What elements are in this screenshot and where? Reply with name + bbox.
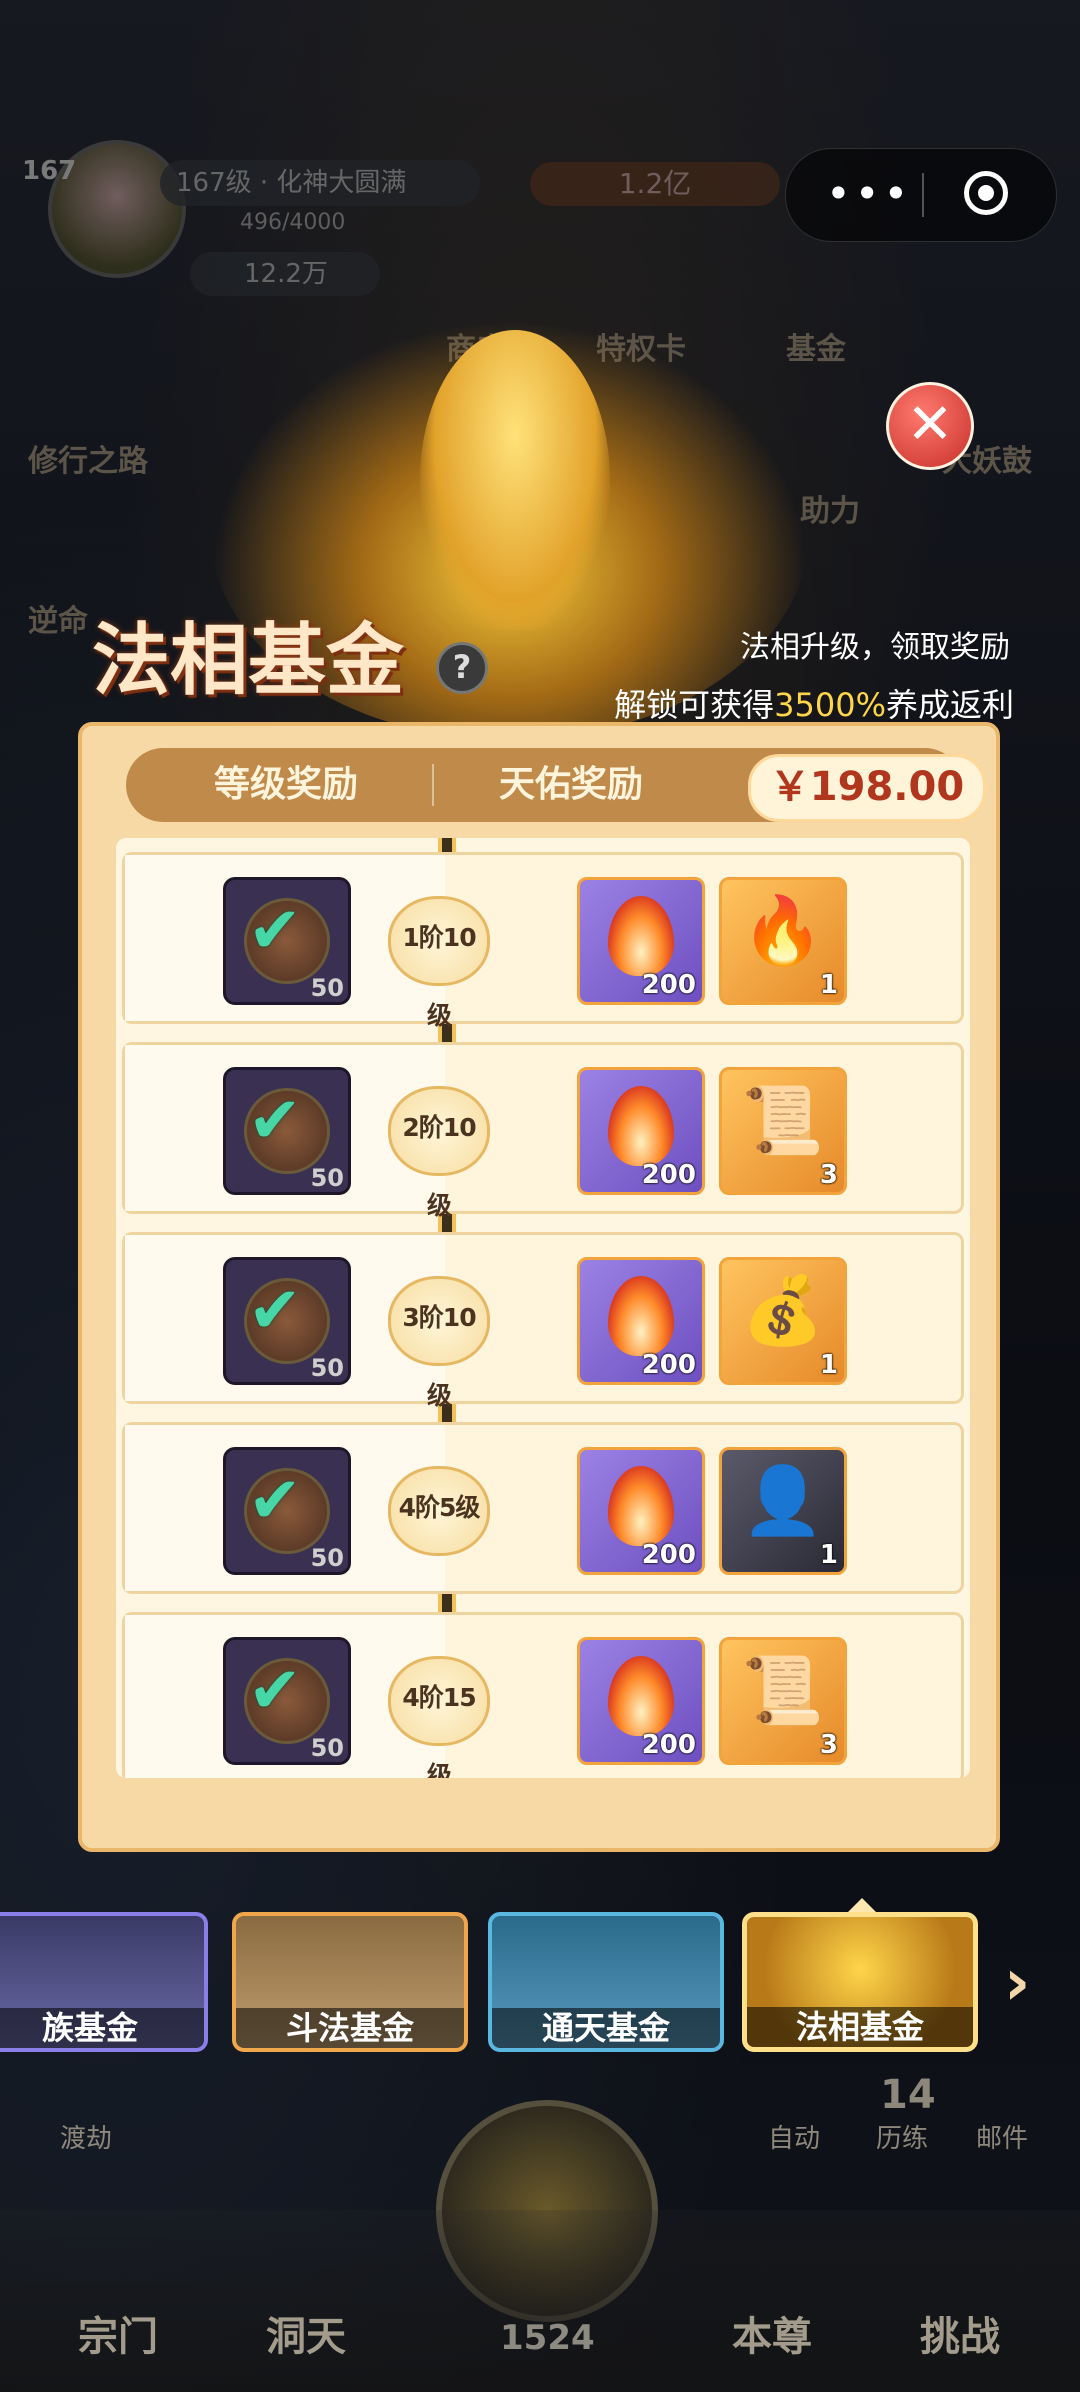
hero-portrait-icon: 👤	[741, 1462, 825, 1539]
fund-card-label: 族基金	[0, 2008, 204, 2048]
popup-title: 法相基金	[92, 615, 405, 706]
more-icon[interactable]: •••	[826, 169, 912, 218]
item1-qty: 200	[641, 1730, 696, 1760]
fund-card-clan[interactable]: 族基金	[0, 1912, 208, 2052]
reward-item-card[interactable]: 🔥 1	[719, 877, 847, 1005]
nav-self[interactable]: 本尊	[732, 2304, 812, 2362]
mini-program-capsule: •••	[785, 148, 1057, 242]
auto-label[interactable]: 自动	[768, 2118, 820, 2155]
item2-qty: 1	[819, 970, 838, 1000]
tab-blessing-rewards[interactable]: 天佑奖励	[456, 748, 686, 822]
reward-item-hero[interactable]: 👤 1	[719, 1447, 847, 1575]
nav-sect[interactable]: 宗门	[78, 2304, 158, 2362]
check-icon: ✔	[248, 1654, 302, 1728]
purchase-button[interactable]: ￥198.00	[748, 754, 986, 822]
mail-label[interactable]: 邮件	[976, 2118, 1028, 2155]
free-reward-claimed[interactable]: ✔ 50	[223, 1637, 351, 1765]
reward-item-fire[interactable]: 200	[577, 1447, 705, 1575]
free-reward-claimed[interactable]: ✔ 50	[223, 1257, 351, 1385]
scroll-icon: 📜	[741, 1082, 825, 1159]
item2-qty: 3	[819, 1160, 838, 1190]
popup-subtitle-2: 解锁可获得3500%养成返利	[614, 680, 1014, 726]
fund-card-faxiang[interactable]: 法相基金	[742, 1912, 978, 2052]
item2-qty: 1	[819, 1540, 838, 1570]
free-qty: 50	[310, 1734, 344, 1762]
fa-xiang-card-icon: 🔥	[741, 892, 825, 969]
item1-qty: 200	[641, 1540, 696, 1570]
fund-card-doufa[interactable]: 斗法基金	[232, 1912, 468, 2052]
treasure-bag-icon: 💰	[741, 1272, 825, 1349]
dujie-label[interactable]: 渡劫	[60, 2118, 112, 2155]
train-count: 14	[880, 2072, 936, 2118]
fire-icon	[608, 1276, 674, 1356]
subtitle-highlight: 3500%	[774, 686, 886, 724]
check-icon: ✔	[248, 894, 302, 968]
stage-node: 4阶5级	[388, 1466, 490, 1556]
capsule-divider	[922, 173, 924, 217]
fire-icon	[608, 1656, 674, 1736]
carousel-right-arrow-icon[interactable]: ›	[1004, 1946, 1030, 2020]
reward-item-fire[interactable]: 200	[577, 1067, 705, 1195]
check-icon: ✔	[248, 1464, 302, 1538]
reward-item-fire[interactable]: 200	[577, 1637, 705, 1765]
fund-card-label: 斗法基金	[236, 2008, 464, 2048]
free-reward-claimed[interactable]: ✔ 50	[223, 1067, 351, 1195]
stage-node: 3阶10级	[388, 1276, 490, 1410]
reward-item-fire[interactable]: 200	[577, 877, 705, 1005]
item1-qty: 200	[641, 970, 696, 1000]
free-qty: 50	[310, 1354, 344, 1382]
fund-card-tongtian[interactable]: 通天基金	[488, 1912, 724, 2052]
stage-node: 2阶10级	[388, 1086, 490, 1220]
fund-card-label: 法相基金	[747, 2007, 973, 2047]
item1-qty: 200	[641, 1160, 696, 1190]
reward-tabs: 等级奖励 天佑奖励 ￥198.00	[126, 748, 986, 822]
nav-cave[interactable]: 洞天	[266, 2304, 346, 2362]
reward-item-bag[interactable]: 💰 1	[719, 1257, 847, 1385]
fund-card-label: 通天基金	[492, 2008, 720, 2048]
subtitle-prefix: 解锁可获得	[614, 686, 775, 724]
item1-qty: 200	[641, 1350, 696, 1380]
reward-item-scroll[interactable]: 📜 3	[719, 1067, 847, 1195]
free-reward-claimed[interactable]: ✔ 50	[223, 1447, 351, 1575]
bottom-nav: 宗门 洞天 本尊 挑战	[0, 2210, 1080, 2392]
fire-icon	[608, 896, 674, 976]
item2-qty: 3	[819, 1730, 838, 1760]
free-reward-claimed[interactable]: ✔ 50	[223, 877, 351, 1005]
fa-xiang-hero-art	[420, 330, 610, 630]
check-icon: ✔	[248, 1274, 302, 1348]
fire-icon	[608, 1466, 674, 1546]
subtitle-suffix: 养成返利	[885, 686, 1014, 724]
tab-divider	[432, 764, 434, 806]
stage-node: 4阶15级	[388, 1656, 490, 1778]
train-label[interactable]: 历练	[876, 2118, 928, 2155]
reward-item-fire[interactable]: 200	[577, 1257, 705, 1385]
reward-item-scroll[interactable]: 📜 3	[719, 1637, 847, 1765]
reward-row: ✔ 50 200 📜 3	[122, 1042, 964, 1214]
reward-list[interactable]: ✔ 50 200 🔥 1 1阶10级 ✔ 50 200 📜 3 2阶10级 ✔ 50 20…	[116, 838, 970, 1778]
stage-node: 1阶10级	[388, 896, 490, 1030]
free-qty: 50	[310, 1164, 344, 1192]
reward-row: ✔ 50 200 🔥 1	[122, 852, 964, 1024]
item2-qty: 1	[819, 1350, 838, 1380]
popup-subtitle-1: 法相升级，领取奖励	[740, 630, 1010, 665]
check-icon: ✔	[248, 1084, 302, 1158]
scroll-icon: 📜	[741, 1652, 825, 1729]
free-qty: 50	[310, 1544, 344, 1572]
tab-level-rewards[interactable]: 等级奖励	[166, 748, 406, 822]
nav-challenge[interactable]: 挑战	[920, 2304, 1000, 2362]
reward-row: ✔ 50 200 👤 1	[122, 1422, 964, 1594]
help-icon[interactable]: ?	[436, 642, 488, 694]
fund-carousel: ‹ 族基金 斗法基金 通天基金 法相基金 ›	[0, 1898, 1080, 2068]
energy-count: 1524	[500, 2318, 595, 2358]
close-mini-program-icon[interactable]	[964, 171, 1008, 215]
fund-panel: 等级奖励 天佑奖励 ￥198.00 ✔ 50 200 🔥 1 1阶10级 ✔ 50 2…	[78, 722, 1000, 1852]
reward-row: ✔ 50 200 📜 3	[122, 1612, 964, 1778]
reward-row: ✔ 50 200 💰 1	[122, 1232, 964, 1404]
fire-icon	[608, 1086, 674, 1166]
free-qty: 50	[310, 974, 344, 1002]
close-button[interactable]: ✕	[886, 382, 974, 470]
